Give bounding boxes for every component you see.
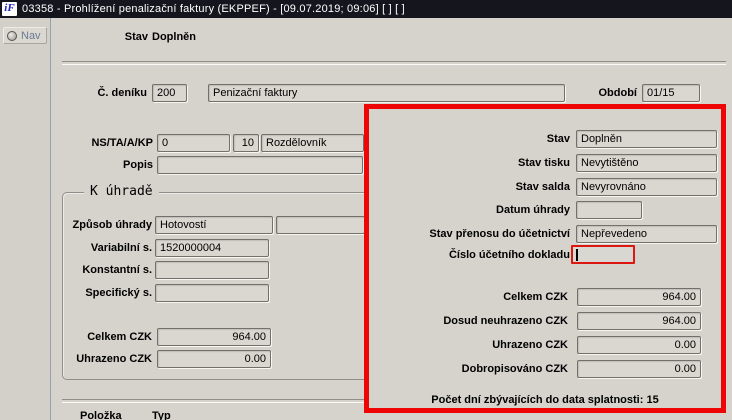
obdobi-label: Období (598, 87, 638, 99)
popis-label: Popis (123, 159, 153, 171)
denik-label: Č. deníku (97, 87, 147, 99)
header-stav-label: Stav (124, 31, 148, 43)
window-title: 03358 - Prohlížení penalizační faktury (… (22, 3, 405, 15)
konstantni-label: Konstantní s. (82, 264, 152, 276)
ns-field-3[interactable]: Rozdělovník (261, 134, 364, 152)
radio-icon (7, 30, 17, 41)
polozka-column-label: Položka (80, 410, 122, 420)
denik-name-field[interactable]: Penizační faktury (208, 84, 565, 102)
variabilni-label: Variabilní s. (90, 242, 152, 254)
header-separator (62, 61, 726, 65)
zpusob-uhrady-label: Způsob úhrady (72, 219, 152, 231)
nav-label: Nav (21, 29, 41, 42)
specificky-label: Specifický s. (85, 287, 152, 299)
denik-number-field[interactable]: 200 (152, 84, 187, 102)
celkem-czk-label: Celkem CZK (87, 331, 152, 343)
konstantni-field[interactable] (155, 261, 269, 279)
red-highlight-rectangle (364, 104, 726, 413)
app-logo-icon: iF (2, 2, 17, 16)
application-window: iF 03358 - Prohlížení penalizační faktur… (0, 0, 732, 420)
title-bar: iF 03358 - Prohlížení penalizační faktur… (0, 0, 732, 18)
footer-separator (62, 399, 364, 403)
nav-radio-button[interactable]: Nav (3, 27, 47, 44)
specificky-field[interactable] (155, 284, 269, 302)
ns-label: NS/TA/A/KP (91, 137, 153, 149)
obdobi-field[interactable]: 01/15 (642, 84, 700, 102)
variabilni-field[interactable]: 1520000004 (155, 239, 269, 257)
k-uhrade-legend: K úhradě (84, 184, 159, 199)
uhrazeno-czk-label: Uhrazeno CZK (76, 353, 152, 365)
ns-field-2[interactable]: 10 (233, 134, 259, 152)
zpusob-uhrady-desc-field[interactable] (276, 216, 365, 234)
ns-field-1[interactable]: 0 (157, 134, 230, 152)
celkem-czk-field[interactable]: 964.00 (157, 328, 271, 346)
zpusob-uhrady-field[interactable]: Hotovostí (155, 216, 273, 234)
sidebar: Nav (0, 18, 51, 420)
popis-field[interactable] (157, 156, 363, 174)
header-stav-value: Doplněn (152, 31, 196, 43)
typ-column-label: Typ (152, 410, 171, 420)
uhrazeno-czk-field[interactable]: 0.00 (157, 350, 271, 368)
